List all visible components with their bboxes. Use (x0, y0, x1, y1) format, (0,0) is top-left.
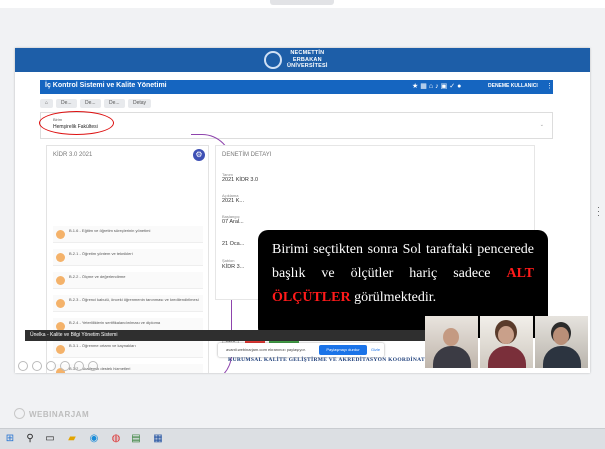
app-title: İç Kontrol Sistemi ve Kalite Yönetimi (45, 82, 167, 89)
list-item[interactable]: B.2.3 - Öğrenci kabulü, önceki öğrenmeni… (53, 295, 203, 312)
home-tab-icon[interactable]: ⌂ (40, 99, 54, 108)
detay-title: DENETİM DETAYI (222, 152, 272, 158)
check-icon[interactable]: ✓ (449, 83, 457, 90)
lock-icon[interactable]: ▣ (441, 83, 450, 90)
taskbar: ⊞ ⚲ ▭ ▰ ◉ ◍ ▤ ▦ (0, 428, 605, 449)
overlay-text-end: görülmektedir. (354, 290, 437, 305)
footer-text: Ünelka - Kalite ve Bilgi Yönetim Sistemi (30, 332, 118, 338)
word-icon[interactable]: ▦ (152, 433, 164, 445)
app-header: ≡ İç Kontrol Sistemi ve Kalite Yönetimi … (33, 80, 553, 94)
status-dot-icon (56, 230, 65, 239)
search-icon[interactable]: ⚲ (24, 433, 36, 445)
chevron-down-icon[interactable]: ⌄ (540, 122, 544, 128)
menu-control-icon[interactable] (74, 361, 84, 371)
edge-icon[interactable]: ◉ (88, 433, 100, 445)
pointer-control-icon[interactable] (32, 361, 42, 371)
tab-detay[interactable]: Detay (128, 99, 152, 108)
top-chip (270, 0, 334, 5)
menu-icon[interactable]: ≡ (33, 82, 37, 89)
screen-share-bar: avanti.webinarjam.com ekranınızı paylaşı… (218, 343, 384, 357)
birim-select[interactable]: Birim Hemşirelik Fakültesi ⌄ (40, 112, 553, 139)
next-control-icon[interactable] (88, 361, 98, 371)
university-header: NECMETTİN ERBAKAN ÜNİVERSİTESİ (15, 48, 590, 72)
field-value: 2021 K... (222, 198, 245, 204)
webinarjam-logo-icon (14, 408, 25, 419)
list-item[interactable]: B.2.1 - Öğretim yöntem ve teknikleri (53, 249, 203, 266)
university-logo-icon (264, 51, 282, 69)
tab-2[interactable]: De... (80, 99, 101, 108)
app-icon[interactable]: ▤ (130, 433, 142, 445)
field-value: 21 Oca... (222, 241, 245, 247)
list-item[interactable]: B.1.6 - Eğitim ve öğretim süreçlerinin y… (53, 226, 203, 243)
user-label[interactable]: DENEME KULLANICI (488, 83, 538, 89)
app-footer: Ünelka - Kalite ve Bilgi Yönetim Sistemi (25, 330, 425, 341)
participant-face (498, 326, 514, 344)
more-icon[interactable]: ⋮ (546, 82, 553, 90)
status-dot-icon (56, 276, 65, 285)
list-item[interactable]: B.3.1 - Öğrenme ortamı ve kaynakları (53, 341, 203, 358)
list-item[interactable]: B.2.2 - Ölçme ve değerlendirme (53, 272, 203, 289)
kidr-title: KİDR 3.0 2021 (53, 152, 93, 158)
field-label: Şablon (222, 258, 235, 263)
participant-video[interactable] (535, 316, 588, 368)
status-dot-icon (56, 253, 65, 262)
participant-video[interactable] (480, 316, 533, 368)
share-text: avanti.webinarjam.com ekranınızı paylaşı… (226, 347, 306, 352)
windows-start-icon[interactable]: ⊞ (4, 433, 16, 445)
university-name: NECMETTİN ERBAKAN ÜNİVERSİTESİ (287, 50, 328, 69)
breadcrumb-tabs: ⌂ De... De... De... Detay (40, 99, 553, 109)
field-value: 07 Aral... (222, 219, 244, 225)
overlay-text: Birimi seçtikten sonra Sol taraftaki pen… (272, 242, 534, 281)
highlight-oval (39, 111, 114, 135)
coordinator-text: KURUMSAL KALİTE GELİŞTİRME VE AKREDİTASY… (228, 357, 443, 363)
participant-video[interactable] (425, 316, 478, 368)
tab-1[interactable]: De... (56, 99, 77, 108)
field-value: 2021 KİDR 3.0 (222, 177, 259, 183)
status-dot-icon (56, 345, 65, 354)
header-icons[interactable]: ★▦⌂♪▣✓● (412, 82, 463, 90)
pen-control-icon[interactable] (46, 361, 56, 371)
chrome-icon[interactable]: ◍ (110, 433, 122, 445)
prev-control-icon[interactable] (18, 361, 28, 371)
status-dot-icon (56, 299, 65, 308)
participant-face (553, 327, 569, 345)
tab-3[interactable]: De... (104, 99, 125, 108)
file-explorer-icon[interactable]: ▰ (66, 433, 78, 445)
more-options-icon[interactable]: · · · (597, 203, 600, 220)
hide-button[interactable]: Gizle (371, 347, 380, 352)
zoom-control-icon[interactable] (60, 361, 70, 371)
brand-watermark: WEBINARJAM (29, 410, 90, 419)
task-view-icon[interactable]: ▭ (44, 433, 56, 445)
participant-face (443, 328, 459, 346)
user-icon[interactable]: ● (457, 83, 463, 90)
stop-sharing-button[interactable]: Paylaşmayı durdur (319, 345, 367, 355)
field-value: KİDR 3... (222, 264, 245, 270)
grid-icon[interactable]: ▦ (420, 83, 429, 90)
